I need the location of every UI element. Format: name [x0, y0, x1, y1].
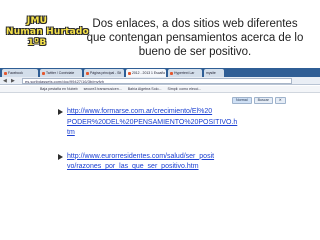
stamp-line-2: Numan Hurtado	[6, 27, 89, 37]
slide-title: Dos enlaces, a dos sitios web diferentes…	[86, 18, 304, 58]
doc-toolbar: Normal Buscar ✕	[232, 97, 286, 104]
tab-twitter[interactable]: Twitter / Conéctate	[40, 69, 82, 77]
tab-home-page[interactable]: Página principal - Sit	[84, 69, 124, 77]
link-list: http://www.formarse.com.ar/crecimiento/E…	[58, 107, 310, 186]
link-line: http://www.eurorresidentes.com/salud/ser…	[67, 152, 215, 160]
tab-label: Página principal - Sit	[90, 71, 122, 75]
tab-facebook[interactable]: Facebook	[2, 69, 38, 77]
favicon-icon	[4, 71, 7, 75]
favicon-icon	[170, 71, 173, 75]
forward-arrow-icon[interactable]: ▶	[11, 78, 15, 84]
bookmarks-bar: Baja pestaña en Nubeb secure3 transmusic…	[0, 86, 320, 93]
bookmark-item[interactable]: Baja pestaña en Nubeb	[40, 86, 78, 92]
tab-label: Twitter / Conéctate	[46, 71, 75, 75]
list-item: http://www.formarse.com.ar/crecimiento/E…	[58, 107, 310, 139]
link-line: vo/razones_por_las_que_ser_positivo.htm	[67, 163, 199, 170]
tab-hypertext[interactable]: Hypertext Lar	[168, 69, 202, 77]
tab-2012-2013[interactable]: 2012 - 2013 1 Escaño	[126, 69, 166, 77]
search-button[interactable]: Buscar	[253, 97, 273, 104]
link-formarse[interactable]: http://www.formarse.com.ar/crecimiento/E…	[67, 107, 310, 139]
bookmark-item[interactable]: Simpli: como elecci...	[168, 86, 202, 92]
stamp-line-3: 1ºB	[27, 38, 47, 48]
tab-mysite[interactable]: mysite	[204, 69, 224, 77]
favicon-icon	[128, 71, 131, 75]
page-content: Normal Buscar ✕ http://www.formarse.com.…	[0, 94, 320, 240]
view-mode-button[interactable]: Normal	[232, 97, 252, 104]
stamp-line-1: JMU	[26, 16, 48, 26]
favicon-icon	[42, 71, 45, 75]
address-bar: ◀ ▶ es.scribdassets.com/doc/99427/16/3b/…	[0, 77, 320, 85]
link-line: http://www.formarse.com.ar/crecimiento/E…	[67, 108, 213, 115]
link-eurorresidentes[interactable]: http://www.eurorresidentes.com/salud/ser…	[67, 152, 310, 173]
author-stamp: JMU Numan Hurtado 1ºB	[6, 16, 89, 49]
arrow-bullet-icon	[58, 109, 63, 115]
back-arrow-icon[interactable]: ◀	[3, 78, 7, 84]
favicon-icon	[86, 71, 89, 75]
browser-screenshot: Facebook Twitter / Conéctate Página prin…	[0, 68, 320, 240]
link-line: tm	[67, 129, 75, 136]
tab-label: mysite	[206, 71, 216, 75]
tab-label: Facebook	[8, 71, 23, 75]
tab-bar: Facebook Twitter / Conéctate Página prin…	[0, 68, 320, 77]
tab-label: 2012 - 2013 1 Escaño	[132, 71, 166, 75]
close-icon[interactable]: ✕	[274, 97, 286, 104]
list-item: http://www.eurorresidentes.com/salud/ser…	[58, 152, 310, 173]
arrow-bullet-icon	[58, 153, 63, 160]
tab-label: Hypertext Lar	[174, 71, 195, 75]
bookmark-item[interactable]: secure3 transmusicen...	[84, 86, 122, 92]
link-line: PODER%20DEL%20PENSAMIENTO%20POSITIVO.h	[67, 118, 238, 126]
bookmark-item[interactable]: Bahía Algebra Solo...	[128, 86, 162, 92]
url-input[interactable]: es.scribdassets.com/doc/99427/16/3b/myfy…	[22, 78, 292, 84]
